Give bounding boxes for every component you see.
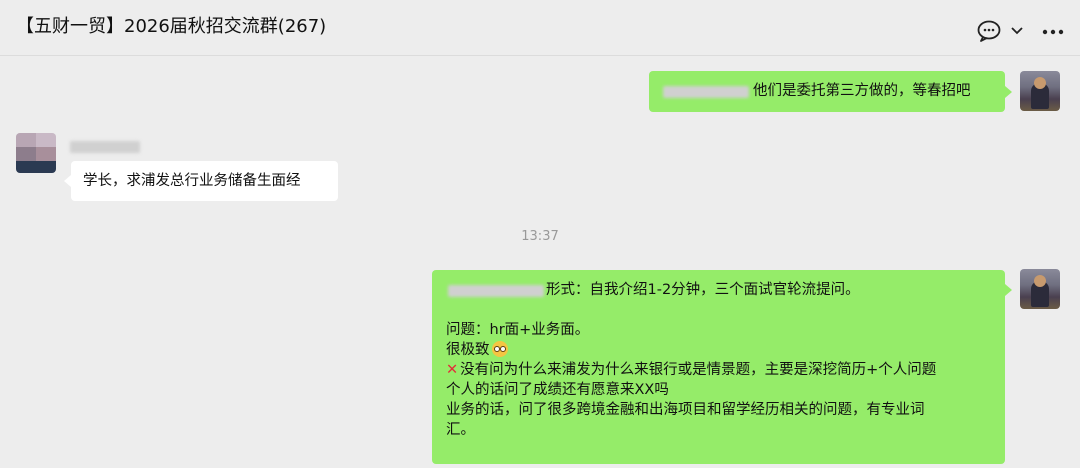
message-line: 个人的话问了成绩还有愿意来XX吗 <box>446 382 669 398</box>
message-line: ✕ 没有问为什么来浦发为什么来银行或是情景题，主要是深挖简历+个人问题 <box>446 360 991 380</box>
message-line: 形式：自我介绍1-2分钟，三个面试官轮流提问。 <box>446 280 991 300</box>
sender-avatar[interactable] <box>16 133 56 173</box>
more-icon[interactable] <box>1041 28 1065 36</box>
message-bubble-self-1[interactable]: 他们是委托第三方做的，等春招吧 <box>649 71 1005 112</box>
self-avatar[interactable] <box>1020 269 1060 309</box>
message-text: 他们是委托第三方做的，等春招吧 <box>753 83 971 99</box>
message-line: 问题：hr面+业务面。 <box>446 322 590 338</box>
bubble-tail <box>64 175 71 187</box>
chat-header: 【五财一贸】2026届秋招交流群(267) <box>0 0 1080 56</box>
bubble-tail <box>1005 86 1012 98</box>
bubble-tail <box>1005 284 1012 296</box>
message-text: 学长，求浦发总行业务储备生面经 <box>83 173 301 189</box>
redacted-mention <box>448 285 544 297</box>
self-avatar[interactable] <box>1020 71 1060 111</box>
flushed-emoji-icon <box>491 341 508 357</box>
message-bubble-self-2[interactable]: 形式：自我介绍1-2分钟，三个面试官轮流提问。 问题：hr面+业务面。 很极致 … <box>432 270 1005 464</box>
redacted-mention <box>663 86 749 98</box>
message-bubble-other-1[interactable]: 学长，求浦发总行业务储备生面经 <box>71 161 338 201</box>
cross-mark-icon: ✕ <box>446 362 459 378</box>
message-line-text: 很极致 <box>446 342 490 358</box>
message-line: 很极致 <box>446 340 991 360</box>
chat-bubble-icon[interactable] <box>977 20 1003 42</box>
chevron-down-icon[interactable] <box>1010 25 1024 37</box>
message-line: 业务的话，问了很多跨境金融和出海项目和留学经历相关的问题，有专业词 <box>446 402 925 418</box>
message-line-text: 没有问为什么来浦发为什么来银行或是情景题，主要是深挖简历+个人问题 <box>460 362 937 378</box>
message-line: 汇。 <box>446 422 475 438</box>
timestamp: 13:37 <box>521 229 559 244</box>
chat-title: 【五财一贸】2026届秋招交流群(267) <box>16 16 327 37</box>
sender-name-redacted <box>70 141 140 153</box>
